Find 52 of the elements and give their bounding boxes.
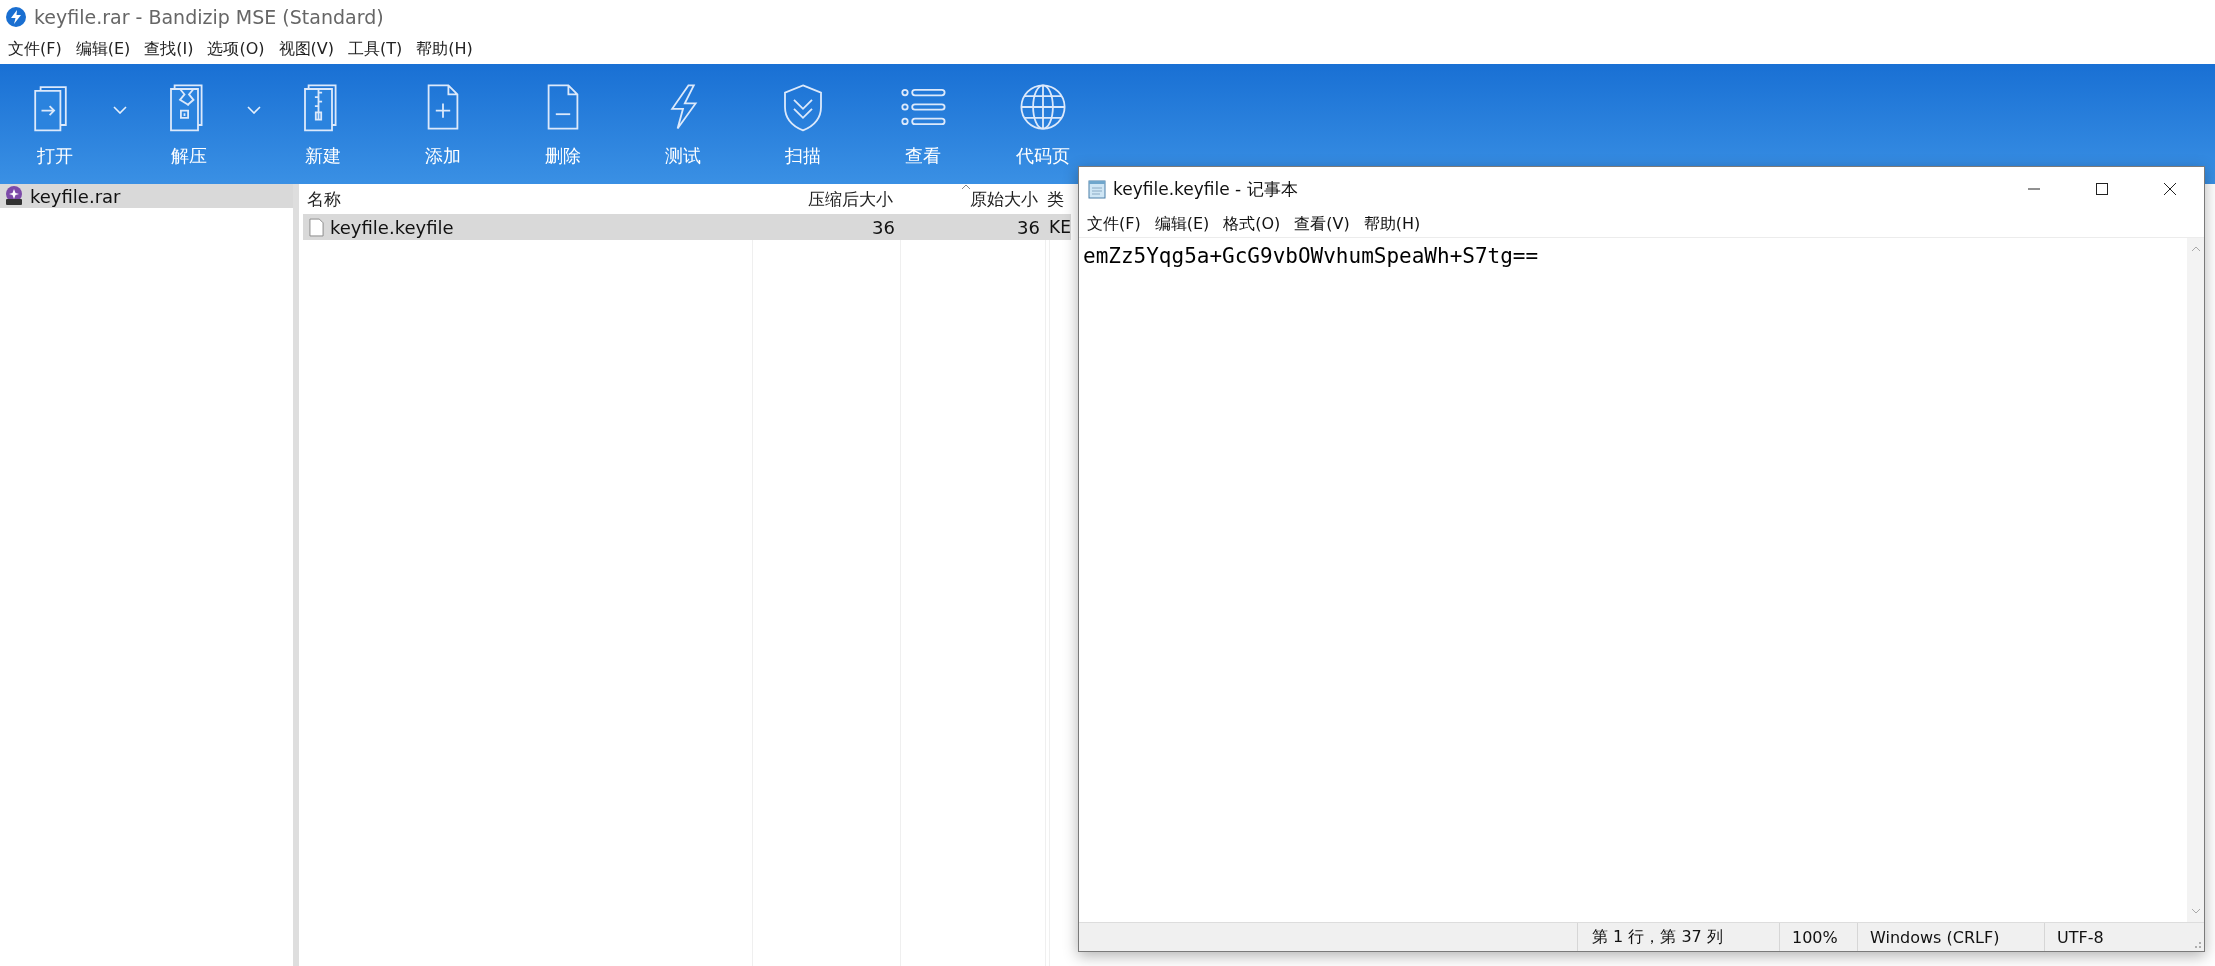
toolbar-button[interactable]: 扫描 <box>753 69 853 179</box>
status-text: Windows (CRLF) <box>1870 927 2000 947</box>
menu-item[interactable]: 查找(I) <box>144 38 194 60</box>
scrollbar[interactable] <box>2187 238 2204 922</box>
menu-item[interactable]: 查看(V) <box>1294 213 1350 235</box>
scroll-down-icon[interactable] <box>2190 908 2201 914</box>
app-logo-icon <box>6 7 26 27</box>
menu-item[interactable]: 编辑(E) <box>75 38 131 60</box>
tree-label: keyfile.rar <box>30 185 121 207</box>
toolbar-button[interactable]: 解压 <box>139 69 239 179</box>
archive-file-icon <box>4 186 24 206</box>
file-name: keyfile.keyfile <box>330 216 454 238</box>
close-icon <box>2163 182 2177 196</box>
column-header[interactable]: 原始大小 <box>970 187 1038 211</box>
menu-item[interactable]: 文件(F) <box>8 38 62 60</box>
notepad-icon <box>1087 179 1107 199</box>
toolbar-button[interactable]: 查看 <box>873 69 973 179</box>
window-title: keyfile.rar - Bandizip MSE (Standard) <box>34 6 384 28</box>
table-cell: 36 <box>1017 216 1040 238</box>
editor-text: emZz5Yqg5a+GcG9vbOWvhumSpeaWh+S7tg== <box>1083 244 1539 268</box>
toolbar-button[interactable]: 打开 <box>5 69 105 179</box>
menu-item[interactable]: 视图(V) <box>278 38 334 60</box>
column-header[interactable]: 压缩后大小 <box>808 187 893 211</box>
table-cell: KE <box>1049 217 1071 237</box>
file-row[interactable]: keyfile.keyfile 36 36 KE <box>303 214 1071 240</box>
status-text: UTF-8 <box>2057 927 2104 947</box>
table-cell: 36 <box>872 216 895 238</box>
toolbar-button[interactable]: 代码页 <box>993 69 1093 179</box>
menu-item[interactable]: 选项(O) <box>207 38 265 60</box>
column-header[interactable]: 名称 <box>307 187 341 211</box>
caret-icon[interactable] <box>113 106 127 114</box>
tree-item[interactable]: keyfile.rar <box>0 184 293 208</box>
column-header[interactable]: 类 <box>1047 187 1064 211</box>
menu-item[interactable]: 文件(F) <box>1087 213 1141 235</box>
caret-icon[interactable] <box>247 106 261 114</box>
status-text: 第 1 行，第 37 列 <box>1592 926 1723 948</box>
menu-item[interactable]: 格式(O) <box>1223 213 1281 235</box>
toolbar-button[interactable]: 删除 <box>513 69 613 179</box>
toolbar-button[interactable]: 添加 <box>393 69 493 179</box>
scroll-up-icon[interactable] <box>2190 246 2201 252</box>
maximize-icon <box>2095 182 2109 196</box>
menu-item[interactable]: 帮助(H) <box>1363 213 1421 235</box>
menu-item[interactable]: 工具(T) <box>348 38 403 60</box>
resize-grip-icon[interactable] <box>2192 939 2202 949</box>
status-text: 100% <box>1792 927 1838 947</box>
toolbar-button[interactable]: 新建 <box>273 69 373 179</box>
menu-item[interactable]: 帮助(H) <box>416 38 473 60</box>
toolbar-button[interactable]: 测试 <box>633 69 733 179</box>
menu-item[interactable]: 编辑(E) <box>1154 213 1210 235</box>
window-title: keyfile.keyfile - 记事本 <box>1113 177 1299 201</box>
file-icon <box>309 217 324 237</box>
text-editor[interactable]: emZz5Yqg5a+GcG9vbOWvhumSpeaWh+S7tg== <box>1079 238 2187 922</box>
